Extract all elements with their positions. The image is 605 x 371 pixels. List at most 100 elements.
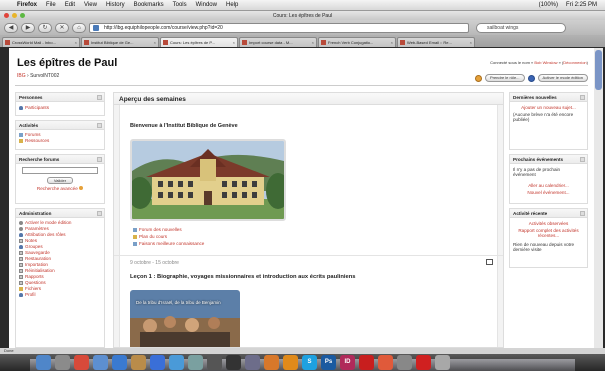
trash-icon[interactable] <box>435 355 450 370</box>
tab-close-icon[interactable]: × <box>391 38 393 47</box>
no-news-text: (Aucune brève n'a été encore publiée) <box>513 112 574 122</box>
app-icon[interactable] <box>378 355 393 370</box>
tab-import-course[interactable]: Import course data - M... × <box>239 37 317 47</box>
show-only-week-icon[interactable] <box>486 259 493 265</box>
battery-status[interactable]: (100%) <box>539 2 558 8</box>
ichat-icon[interactable] <box>112 355 127 370</box>
breadcrumb-home-link[interactable]: IBG <box>17 73 26 79</box>
stop-button[interactable]: ✕ <box>55 22 69 33</box>
switch-role-button[interactable]: Prendre le rôle... <box>484 74 525 82</box>
clock[interactable]: Fri 2:25 PM <box>566 2 597 8</box>
backup-icon <box>19 251 23 255</box>
menu-file[interactable]: File <box>46 2 56 8</box>
browser-toolbar: ◀ ▶ ↻ ✕ ⌂ http://ibg.equiphilopeople.com… <box>0 20 605 35</box>
search-input[interactable]: sailboat wings <box>476 22 566 33</box>
vlc-icon[interactable] <box>283 355 298 370</box>
url-bar[interactable]: http://ibg.equiphilopeople.com/course/vi… <box>89 22 469 33</box>
tab-close-icon[interactable]: × <box>312 38 314 47</box>
printer-icon[interactable] <box>397 355 412 370</box>
address-book-icon[interactable] <box>131 355 146 370</box>
indesign-icon[interactable]: ID <box>340 355 355 370</box>
collapse-icon[interactable] <box>97 123 102 128</box>
observed-activities-link[interactable]: Activités observées <box>510 220 587 227</box>
tab-french-verb[interactable]: French Verb Conjugatio... × <box>318 37 396 47</box>
collapse-icon[interactable] <box>97 211 102 216</box>
forum-search-input[interactable] <box>22 167 98 174</box>
skype-icon[interactable]: S <box>302 355 317 370</box>
full-report-link[interactable]: Rapport complet des activités récentes..… <box>510 227 587 239</box>
tab-crossworld-mail[interactable]: CrossWorld Mail - Inbo... × <box>2 37 80 47</box>
user-link[interactable]: Bob Winslow <box>534 60 557 65</box>
course-plan-link[interactable]: Plan du cours <box>130 233 207 240</box>
safari-icon[interactable] <box>169 355 184 370</box>
admin-profile-link[interactable]: Profil <box>16 292 104 298</box>
photoshop-icon[interactable]: Ps <box>321 355 336 370</box>
tab-cours-epitres[interactable]: Cours: Les épîtres de P... × <box>160 37 238 47</box>
help-icon[interactable] <box>79 186 84 190</box>
forum-icon <box>133 227 137 232</box>
home-button[interactable]: ⌂ <box>72 22 86 33</box>
back-button[interactable]: ◀ <box>4 22 18 33</box>
tab-label: Import course data - M... <box>249 40 293 45</box>
utility-icon[interactable] <box>245 355 260 370</box>
participants-link[interactable]: Participants <box>16 105 104 111</box>
tab-close-icon[interactable]: × <box>470 38 472 47</box>
itunes-icon[interactable] <box>150 355 165 370</box>
firefox-icon[interactable] <box>264 355 279 370</box>
minimize-window-icon[interactable] <box>12 13 17 18</box>
tab-institut-biblique[interactable]: Institut Biblique de Ge... × <box>81 37 159 47</box>
link-label: Recherche avancée <box>36 186 78 191</box>
collapse-icon[interactable] <box>580 95 585 100</box>
section-left-strip <box>114 105 120 347</box>
tab-close-icon[interactable]: × <box>233 38 235 47</box>
system-prefs-icon[interactable] <box>55 355 70 370</box>
weeks-heading: Aperçu des semaines <box>114 93 503 105</box>
tab-favicon-icon <box>5 40 10 45</box>
tab-close-icon[interactable]: × <box>154 38 156 47</box>
terminal-icon[interactable] <box>226 355 241 370</box>
preview-icon[interactable] <box>188 355 203 370</box>
reload-button[interactable]: ↻ <box>38 22 52 33</box>
edit-mode-icon[interactable] <box>527 74 535 82</box>
advanced-search-link[interactable]: Recherche avancée <box>16 185 104 192</box>
zoom-window-icon[interactable] <box>20 13 25 18</box>
finder-icon[interactable] <box>36 355 51 370</box>
edit-mode-button[interactable]: Activer le mode édition <box>537 74 588 82</box>
scrollbar-thumb[interactable] <box>595 50 602 90</box>
tab-close-icon[interactable]: × <box>75 38 77 47</box>
logout-link[interactable]: Déconnexion <box>563 60 586 65</box>
pdf-icon[interactable] <box>416 355 431 370</box>
close-window-icon[interactable] <box>4 13 9 18</box>
menu-tools[interactable]: Tools <box>173 2 187 8</box>
forward-button[interactable]: ▶ <box>21 22 35 33</box>
building-image <box>132 141 284 219</box>
collapse-icon[interactable] <box>97 95 102 100</box>
introductions-forum-link[interactable]: Faisons meilleure connaissance <box>130 240 207 247</box>
calendar-link[interactable]: Aller au calendrier... <box>510 182 587 189</box>
resources-link[interactable]: Ressources <box>16 138 104 144</box>
menu-history[interactable]: History <box>106 2 125 8</box>
menu-window[interactable]: Window <box>196 2 217 8</box>
menu-bookmarks[interactable]: Bookmarks <box>134 2 164 8</box>
ical-icon[interactable] <box>74 355 89 370</box>
collapse-icon[interactable] <box>580 211 585 216</box>
photo-booth-icon[interactable] <box>207 355 222 370</box>
menu-help[interactable]: Help <box>226 2 238 8</box>
news-forum-link[interactable]: Forum des nouvelles <box>130 226 207 233</box>
search-submit-button[interactable]: Valider <box>47 177 73 184</box>
tab-label: Web-Based Email :: Re... <box>407 40 452 45</box>
app-menu[interactable]: Firefox <box>17 2 37 8</box>
help-icon[interactable] <box>474 74 482 82</box>
block-title-text: Prochains événements <box>513 157 564 162</box>
mail-icon[interactable] <box>93 355 108 370</box>
page-scrollbar[interactable] <box>594 48 603 348</box>
new-event-link[interactable]: Nouvel événement... <box>510 189 587 196</box>
add-topic-link[interactable]: Ajouter un nouveau sujet... <box>510 104 587 111</box>
collapse-icon[interactable] <box>580 157 585 162</box>
menu-view[interactable]: View <box>84 2 97 8</box>
section1-date: 9 octobre - 15 octobre <box>130 260 179 266</box>
collapse-icon[interactable] <box>97 157 102 162</box>
acrobat-icon[interactable] <box>359 355 374 370</box>
menu-edit[interactable]: Edit <box>65 2 75 8</box>
tab-web-email[interactable]: Web-Based Email :: Re... × <box>397 37 475 47</box>
